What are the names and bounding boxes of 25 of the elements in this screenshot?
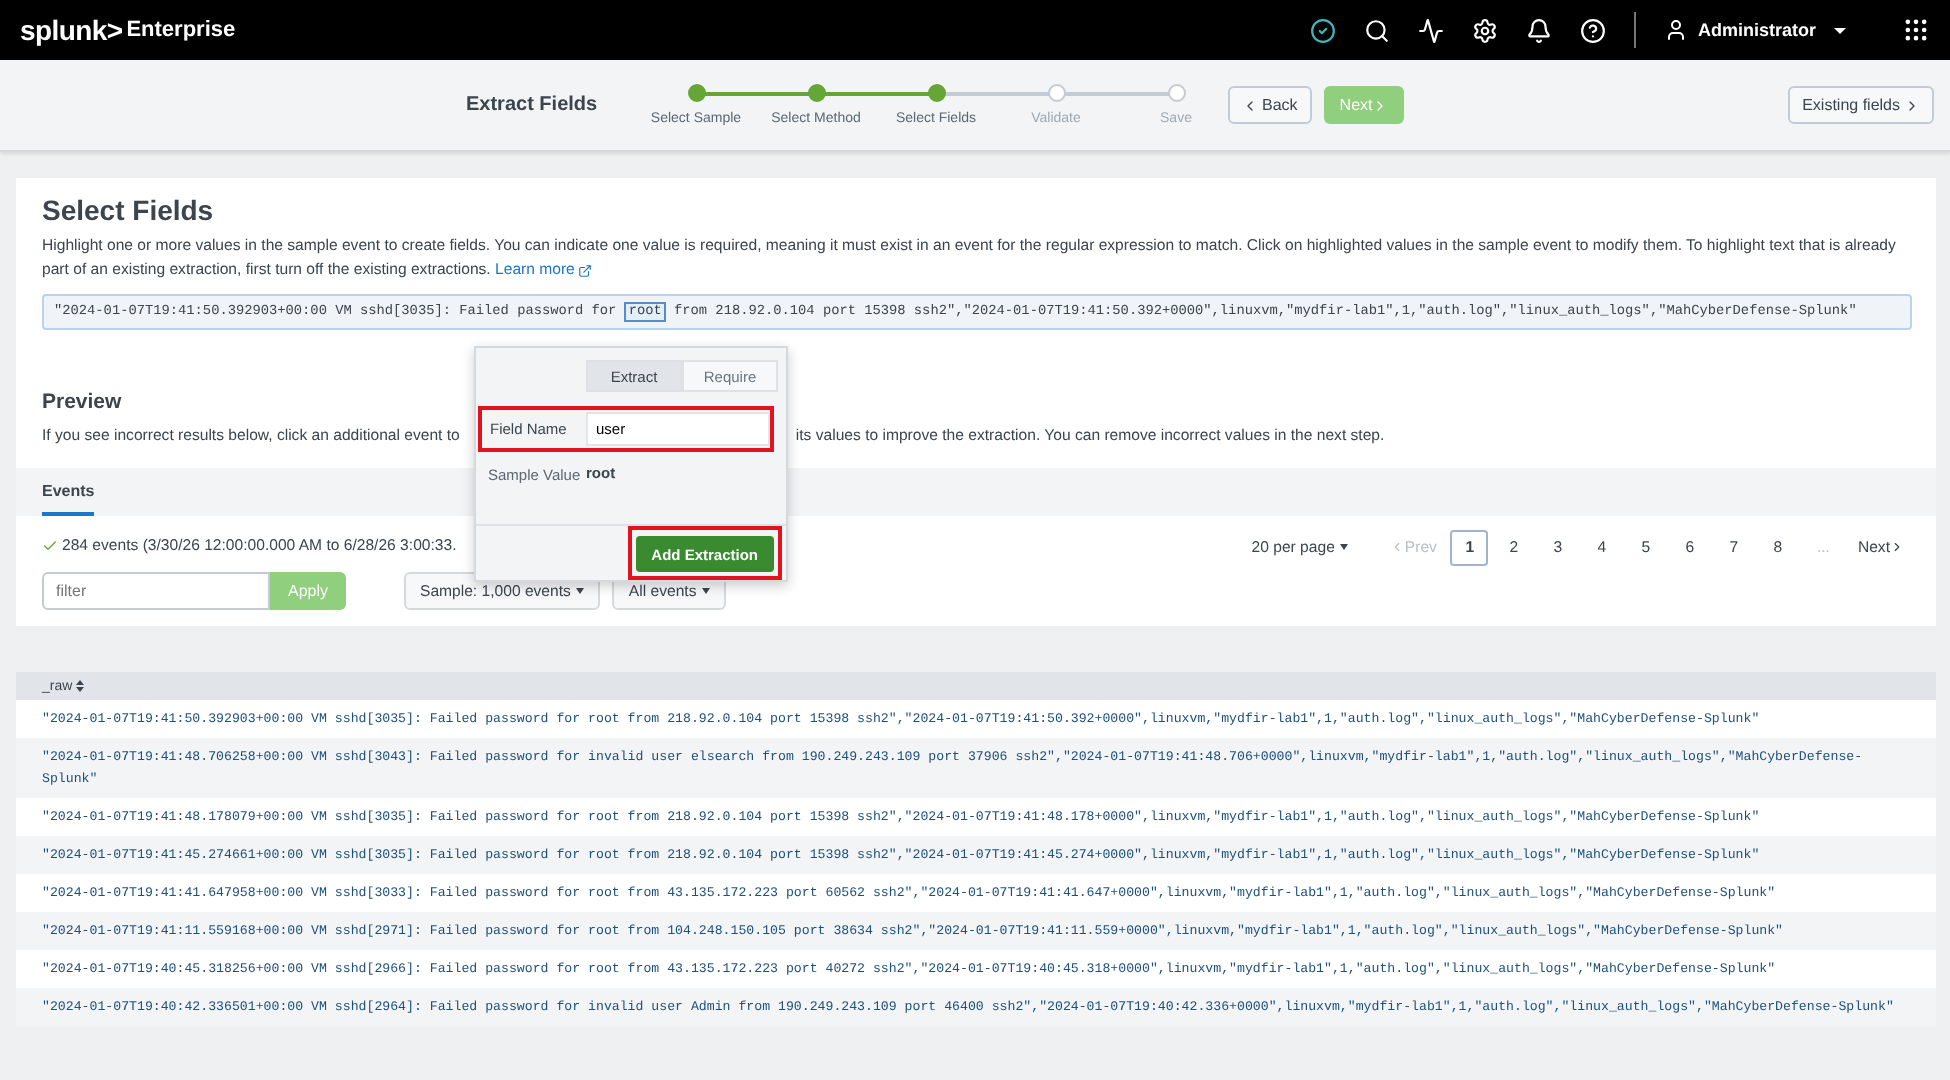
chevron-left-icon [1390,540,1405,554]
sort-icon [76,680,85,692]
activity-button[interactable] [1417,17,1444,43]
existing-fields-button[interactable]: Existing fields [1788,86,1934,124]
user-icon [1663,18,1688,42]
chevron-right-icon [1890,540,1904,554]
check-icon [42,537,58,553]
product-name: Enterprise [126,18,236,42]
filter-field[interactable]: filter [42,572,270,610]
chevron-right-icon [1904,97,1920,113]
apps-grid-button[interactable] [1902,16,1930,44]
chevron-left-icon [1242,97,1258,113]
wizard-title: Extract Fields [466,94,600,116]
events-tab[interactable]: Events [42,482,95,516]
settings-button[interactable] [1471,17,1498,43]
back-button[interactable]: Back [1228,86,1312,124]
brand-logo[interactable]: splunk> [20,14,123,46]
external-link-icon [578,263,593,277]
search-button[interactable] [1363,17,1390,43]
user-menu[interactable]: Administrator [1663,18,1846,42]
notifications-button[interactable] [1525,17,1552,43]
section-title: Select Fields [42,194,216,226]
preview-title: Preview [42,390,124,414]
health-check-button[interactable] [1309,17,1336,43]
help-button[interactable] [1579,17,1606,43]
